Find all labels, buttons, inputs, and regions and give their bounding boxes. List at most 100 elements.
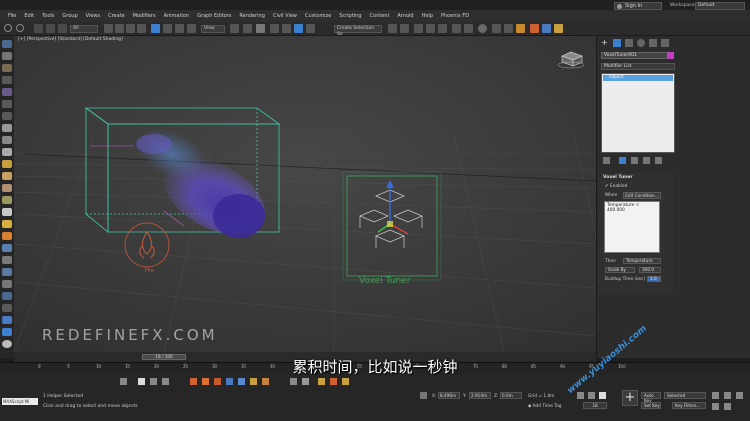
smoke-preset-icon[interactable] xyxy=(290,378,297,385)
configure-sets-icon[interactable] xyxy=(655,157,662,164)
render-preset-icon-2[interactable] xyxy=(330,378,337,385)
view-cube[interactable] xyxy=(556,48,586,72)
operation-amount-field[interactable]: 300.0 xyxy=(639,267,661,273)
utilities-tab-icon[interactable] xyxy=(661,39,669,47)
window-crossing-icon[interactable] xyxy=(137,24,146,33)
key-mode-icon[interactable] xyxy=(120,378,127,385)
wave-icon[interactable] xyxy=(2,244,12,252)
workspace-dropdown[interactable]: Default xyxy=(695,2,745,10)
object-name-field[interactable]: VoxelTuner001 xyxy=(601,52,673,59)
stack-item-object[interactable]: Object xyxy=(603,75,673,81)
liquid-preset-icon[interactable] xyxy=(226,378,233,385)
menu-item[interactable]: Customize xyxy=(301,10,335,22)
menu-item[interactable]: File xyxy=(4,10,20,22)
key-filters-button[interactable]: Key Filters... xyxy=(672,402,706,409)
menu-item[interactable]: Views xyxy=(82,10,104,22)
smoke-preset-icon-2[interactable] xyxy=(302,378,309,385)
fire-preset-icon-3[interactable] xyxy=(214,378,221,385)
align-icon[interactable] xyxy=(400,24,409,33)
hierarchy-tab-icon[interactable] xyxy=(625,39,633,47)
maximize-viewport-icon[interactable] xyxy=(724,403,731,410)
menu-item[interactable]: Create xyxy=(104,10,129,22)
selection-filter-dropdown[interactable]: All xyxy=(70,25,98,33)
play-animation-icon[interactable] xyxy=(599,392,606,399)
show-end-result-icon[interactable] xyxy=(619,157,626,164)
sign-in-button[interactable]: Sign In xyxy=(614,2,662,10)
ribbon-icon[interactable] xyxy=(438,24,447,33)
menu-item[interactable]: Group xyxy=(58,10,81,22)
grid-icon[interactable] xyxy=(2,76,12,84)
phoenix-liquid-icon[interactable] xyxy=(542,24,551,33)
next-frame-icon[interactable] xyxy=(150,378,157,385)
menu-item[interactable]: Rendering xyxy=(235,10,269,22)
play-icon[interactable] xyxy=(138,378,145,385)
pin-stack-icon[interactable] xyxy=(603,157,610,164)
droplet-icon[interactable] xyxy=(2,208,12,216)
volume-icon[interactable] xyxy=(2,136,12,144)
link-icon[interactable] xyxy=(34,24,43,33)
menu-item[interactable]: Scripting xyxy=(335,10,365,22)
keyboard-shortcut-icon[interactable] xyxy=(256,24,265,33)
mesh-icon[interactable] xyxy=(2,64,12,72)
select-manipulate-icon[interactable] xyxy=(243,24,252,33)
menu-item[interactable]: Tools xyxy=(38,10,58,22)
chart-icon[interactable] xyxy=(2,88,12,96)
percent-snap-icon[interactable] xyxy=(294,24,303,33)
select-move-icon[interactable] xyxy=(151,24,160,33)
bread-icon[interactable] xyxy=(2,172,12,180)
redo-icon[interactable] xyxy=(16,24,24,32)
rect-select-region-icon[interactable] xyxy=(126,24,135,33)
lock-selection-icon[interactable] xyxy=(420,392,427,399)
set-key-plus-icon[interactable]: + xyxy=(622,390,638,406)
light-icon[interactable] xyxy=(2,328,12,336)
menu-item[interactable]: Arnold xyxy=(393,10,417,22)
operation-dropdown[interactable]: Scale By xyxy=(605,267,635,273)
render-setup-icon[interactable] xyxy=(492,24,501,33)
nodes-icon[interactable] xyxy=(2,292,12,300)
y-coord-field[interactable]: 2.914m xyxy=(469,392,491,399)
maxscript-listener[interactable]: MAXScript Mi xyxy=(2,398,38,405)
scene-explorer-icon[interactable] xyxy=(414,24,423,33)
spinner-snap-icon[interactable] xyxy=(306,24,315,33)
shader-icon[interactable] xyxy=(2,196,12,204)
fov-icon[interactable] xyxy=(712,403,719,410)
condition-textbox[interactable]: Temperature < 400.000 xyxy=(604,201,660,253)
selected-dropdown[interactable]: Selected xyxy=(664,392,706,399)
globe-icon[interactable] xyxy=(2,340,12,348)
angle-snap-icon[interactable] xyxy=(282,24,291,33)
folder-icon[interactable] xyxy=(2,160,12,168)
select-scale-icon[interactable] xyxy=(175,24,184,33)
select-by-name-icon[interactable] xyxy=(115,24,124,33)
blob-icon[interactable] xyxy=(2,184,12,192)
shapes-icon[interactable] xyxy=(2,256,12,264)
rollout-title[interactable]: Voxel Tuner xyxy=(603,175,633,180)
cloud-icon[interactable] xyxy=(2,52,12,60)
go-start-icon[interactable] xyxy=(577,392,584,399)
menu-item[interactable]: Graph Editors xyxy=(193,10,235,22)
phoenix-sim-icon[interactable] xyxy=(2,40,12,48)
go-end-icon[interactable] xyxy=(162,378,169,385)
select-object-icon[interactable] xyxy=(104,24,113,33)
list-icon[interactable] xyxy=(2,100,12,108)
reference-coord-dropdown[interactable]: View xyxy=(201,25,225,33)
emitter-icon[interactable] xyxy=(2,304,12,312)
modifier-list-dropdown[interactable]: Modifier List xyxy=(601,63,675,70)
select-rotate-icon[interactable] xyxy=(163,24,172,33)
viewport-label[interactable]: [+] [Perspective] [Standard] [Default Sh… xyxy=(18,37,123,42)
gizmo-center[interactable] xyxy=(387,221,393,227)
menu-item[interactable]: Civil View xyxy=(269,10,301,22)
mirror-icon[interactable] xyxy=(388,24,397,33)
sun-icon[interactable] xyxy=(2,220,12,228)
pivot-center-icon[interactable] xyxy=(230,24,239,33)
object-color-swatch[interactable] xyxy=(667,52,674,59)
menu-item[interactable]: Modifiers xyxy=(129,10,160,22)
pan-icon[interactable] xyxy=(724,392,731,399)
fire-preset-icon[interactable] xyxy=(190,378,197,385)
render-icon[interactable] xyxy=(516,24,525,33)
sparkle-icon[interactable] xyxy=(2,148,12,156)
create-tab-icon[interactable]: + xyxy=(601,39,609,47)
render-preset-icon[interactable] xyxy=(318,378,325,385)
remove-modifier-icon[interactable] xyxy=(643,157,650,164)
motion-tab-icon[interactable] xyxy=(637,39,645,47)
modify-tab-icon[interactable] xyxy=(613,39,621,47)
